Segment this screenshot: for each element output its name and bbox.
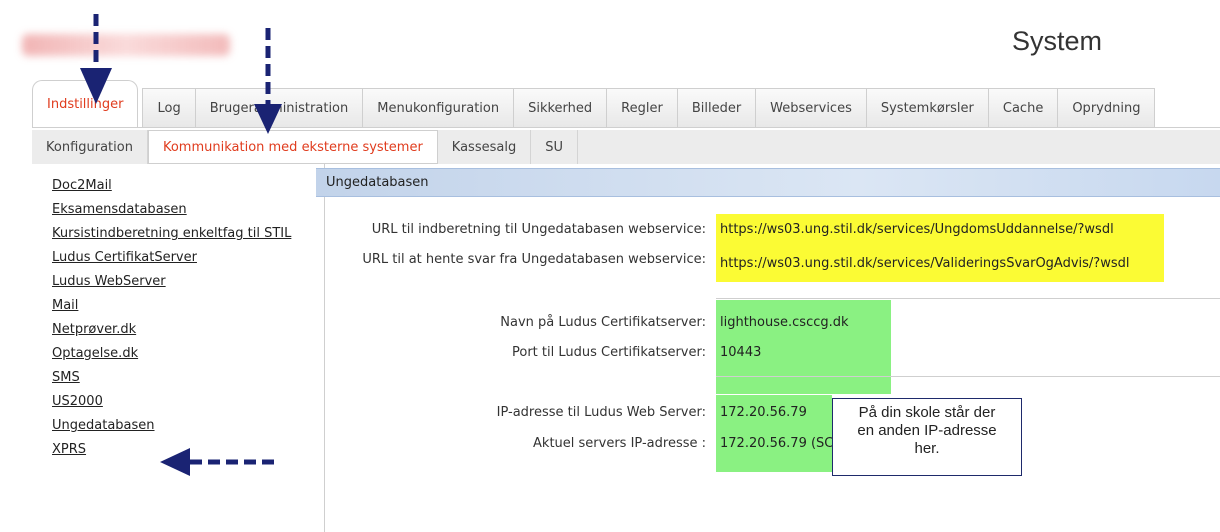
arrowhead-left-icon [160, 448, 190, 476]
arrowhead-down-icon [254, 104, 282, 134]
arrowhead-down-icon [80, 68, 112, 104]
annotation-arrows [80, 14, 282, 476]
